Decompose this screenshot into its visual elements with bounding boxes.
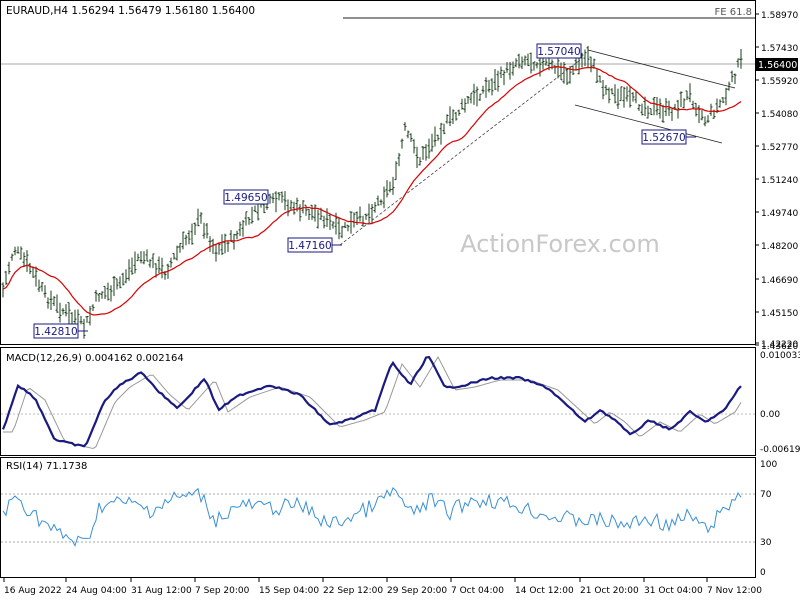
current-price-tag: 1.56400	[756, 58, 798, 71]
price-tick-label: 1.58970	[761, 11, 798, 21]
price-tick-label: 1.52770	[761, 143, 798, 153]
time-tick-label: 21 Oct 20:00	[580, 586, 639, 596]
rsi-tick-label: 100	[760, 460, 777, 470]
time-axis: 16 Aug 2022 24 Aug 04:00 31 Aug 12:00 7 Sep…	[3, 578, 762, 596]
callout-high-oct: 1.57040	[536, 43, 582, 59]
macd-axis: 0.010033 0.00 -0.006193	[760, 351, 800, 455]
watermark: ActionForex.com	[460, 230, 660, 258]
time-tick-label: 31 Oct 04:00	[644, 586, 703, 596]
price-tick-label: 1.54080	[761, 110, 798, 120]
callout-text: 1.52670	[642, 132, 685, 144]
callout-text: 1.57040	[537, 46, 580, 58]
callout-high-sep: 1.49650	[223, 189, 269, 205]
time-tick-label: 31 Aug 12:00	[131, 586, 192, 596]
time-tick-label: 24 Aug 04:00	[66, 586, 127, 596]
current-price-label: 1.56400	[758, 60, 797, 71]
time-tick-label: 29 Sep 20:00	[387, 586, 447, 596]
callout-text: 1.47160	[288, 240, 331, 252]
time-tick-label: 15 Sep 04:00	[259, 586, 319, 596]
rsi-panel	[0, 457, 756, 578]
rsi-axis: 100 70 30 0	[760, 460, 777, 578]
symbol-header: EURAUD,H4 1.56294 1.56479 1.56180 1.5640…	[6, 5, 255, 17]
callout-text: 1.49650	[224, 192, 267, 204]
rsi-tick-label: 30	[760, 538, 772, 548]
rsi-label: RSI(14) 71.1738	[6, 461, 87, 472]
price-tick-label: 1.49740	[761, 209, 798, 219]
macd-tick-label: 0.010033	[760, 351, 800, 361]
time-tick-label: 22 Sep 12:00	[323, 586, 383, 596]
time-tick-label: 7 Nov 12:00	[707, 586, 762, 596]
price-tick-label: 1.42220	[761, 340, 798, 350]
price-tick-label: 1.46690	[761, 276, 798, 286]
price-tick-label: 1.51240	[761, 176, 798, 186]
time-tick-label: 14 Oct 12:00	[515, 586, 574, 596]
macd-tick-label: -0.006193	[760, 445, 800, 455]
price-tick-label: 1.45150	[761, 309, 798, 319]
rsi-tick-label: 70	[760, 490, 772, 500]
rsi-tick-label: 0	[760, 568, 766, 578]
price-tick-label: 1.48200	[761, 242, 798, 252]
time-tick-label: 16 Aug 2022	[4, 586, 62, 596]
macd-tick-label: 0.00	[760, 410, 780, 420]
fe-label: FE 61.8	[714, 7, 752, 18]
callout-text: 1.42810	[34, 326, 77, 338]
chart-canvas: ActionForex.com FE 61.8 1.42810 1.49650 …	[0, 0, 800, 596]
time-tick-label: 7 Sep 20:00	[195, 586, 250, 596]
price-tick-label: 1.55920	[761, 77, 798, 87]
time-tick-label: 7 Oct 04:00	[451, 586, 504, 596]
price-tick-label: 1.57430	[761, 44, 798, 54]
macd-label: MACD(12,26,9) 0.004162 0.002164	[6, 353, 184, 364]
